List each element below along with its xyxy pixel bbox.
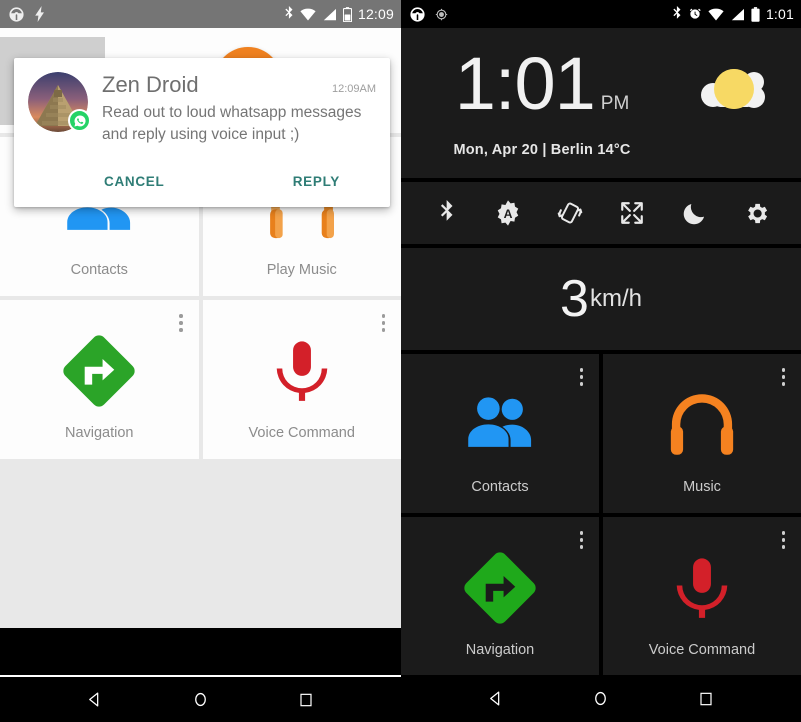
- tile-overflow-menu[interactable]: [779, 528, 789, 552]
- recents-button[interactable]: [682, 675, 730, 722]
- tile-label: Voice Command: [248, 424, 355, 441]
- wifi-icon: [300, 8, 316, 21]
- navigation-icon: [60, 319, 138, 423]
- tile-label: Navigation: [64, 424, 134, 441]
- speed-value: 3: [560, 270, 589, 328]
- navigation-icon: [461, 536, 539, 640]
- tile-label: Voice Command: [648, 641, 756, 658]
- night-mode-toggle[interactable]: [672, 191, 716, 235]
- tile-overflow-menu[interactable]: [379, 311, 389, 335]
- notification-message: Read out to loud whatsapp messages and r…: [102, 104, 362, 144]
- app-tile-contacts[interactable]: Contacts: [401, 354, 599, 513]
- cancel-button[interactable]: CANCEL: [90, 162, 178, 201]
- clock-time: 1:01: [454, 42, 596, 126]
- app-tile-voice-command[interactable]: Voice Command: [603, 517, 801, 675]
- speedometer-widget: 3 km/h: [401, 248, 801, 350]
- headphones-icon: [660, 373, 744, 477]
- steering-wheel-icon: [409, 6, 426, 23]
- tile-overflow-menu[interactable]: [779, 365, 789, 389]
- flash-icon: [34, 6, 46, 22]
- status-bar-dark: 1:01: [401, 0, 801, 28]
- steering-wheel-icon: [8, 6, 25, 23]
- back-button[interactable]: [472, 675, 520, 722]
- tile-label: Play Music: [266, 261, 337, 278]
- tile-label: Navigation: [465, 641, 535, 658]
- tile-overflow-menu[interactable]: [577, 528, 587, 552]
- status-bar-light: 12:09: [0, 0, 401, 28]
- light-theme-screen: 12:09 Contacts Play Music Navigation Voi…: [0, 0, 401, 722]
- wifi-icon: [708, 8, 724, 21]
- recents-button[interactable]: [282, 676, 330, 722]
- app-tile-navigation[interactable]: Navigation: [0, 300, 199, 459]
- reply-button[interactable]: REPLY: [279, 162, 354, 201]
- microphone-icon: [665, 536, 739, 640]
- dark-theme-screen: 1:01 1:01 PM Mon, Apr 20 | Berlin 14°C A…: [401, 0, 801, 722]
- dark-app-grid: Contacts Music Navigation Voice Command: [401, 354, 801, 675]
- light-app-grid: Contacts Play Music Navigation Voice Com…: [0, 137, 401, 628]
- signal-icon: [322, 8, 337, 21]
- bluetooth-toggle[interactable]: [424, 191, 468, 235]
- tile-label: Contacts: [471, 478, 529, 495]
- navigation-bar-left: [0, 675, 401, 722]
- battery-icon: [342, 6, 352, 22]
- microphone-icon: [265, 319, 339, 423]
- alarm-icon: [688, 7, 702, 21]
- home-button[interactable]: [176, 676, 224, 722]
- auto-rotate-toggle[interactable]: [548, 191, 592, 235]
- date-weather-label: Mon, Apr 20 | Berlin 14°C: [453, 141, 631, 158]
- bluetooth-icon: [283, 6, 294, 22]
- auto-brightness-toggle[interactable]: A: [486, 191, 530, 235]
- tile-overflow-menu[interactable]: [176, 311, 186, 335]
- clock-ampm: PM: [600, 93, 630, 115]
- svg-text:A: A: [504, 207, 513, 221]
- avatar: [28, 72, 91, 132]
- notification-app-name: Zen Droid: [102, 72, 199, 97]
- navigation-bar-right: [401, 675, 801, 722]
- notification-card[interactable]: Zen Droid 12:09AM Read out to loud whats…: [14, 58, 390, 208]
- app-tile-voice-command[interactable]: Voice Command: [202, 300, 401, 459]
- sun-behind-cloud-icon: [683, 62, 779, 122]
- dual-screenshot: 12:09 Contacts Play Music Navigation Voi…: [0, 0, 801, 722]
- tile-label: Contacts: [70, 261, 128, 278]
- fullscreen-toggle[interactable]: [610, 191, 654, 235]
- app-tile-music[interactable]: Music: [603, 354, 801, 513]
- notification-time: 12:09AM: [331, 83, 376, 95]
- dark-home-content: 1:01 PM Mon, Apr 20 | Berlin 14°C A 3 km…: [401, 28, 801, 675]
- home-button[interactable]: [577, 675, 625, 722]
- status-time: 12:09: [357, 6, 394, 22]
- tile-label: Music: [683, 478, 721, 495]
- back-button[interactable]: [71, 676, 119, 722]
- gps-icon: [435, 8, 448, 21]
- speed-unit: km/h: [589, 285, 642, 312]
- battery-icon: [751, 6, 760, 22]
- contacts-icon: [459, 373, 541, 477]
- status-time: 1:01: [765, 6, 794, 22]
- whatsapp-icon: [68, 109, 91, 132]
- tile-overflow-menu[interactable]: [577, 365, 587, 389]
- signal-icon: [730, 8, 745, 21]
- quick-settings-row: A: [401, 182, 801, 244]
- light-home-content: Contacts Play Music Navigation Voice Com…: [0, 28, 401, 628]
- bluetooth-icon: [671, 6, 682, 22]
- clock-widget[interactable]: 1:01 PM Mon, Apr 20 | Berlin 14°C: [401, 28, 801, 178]
- settings-button[interactable]: [734, 191, 778, 235]
- app-tile-navigation[interactable]: Navigation: [401, 517, 599, 675]
